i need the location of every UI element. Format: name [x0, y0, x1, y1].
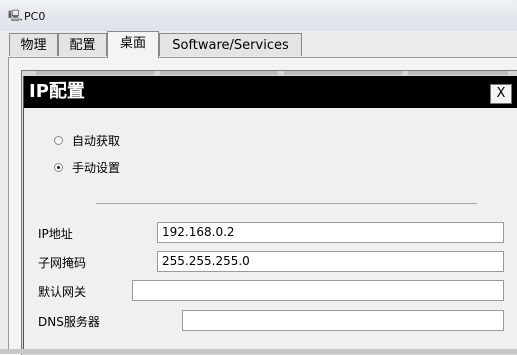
- subnet-mask-field[interactable]: 255.255.255.0: [157, 251, 504, 272]
- desktop-app-stub: [284, 71, 402, 75]
- desktop-app-stub: [408, 71, 508, 75]
- desktop-app-stub: [36, 71, 154, 75]
- tab-config[interactable]: 配置: [58, 33, 107, 56]
- window-bottom-edge: [0, 349, 517, 354]
- tab-physical[interactable]: 物理: [9, 33, 58, 56]
- divider: [96, 203, 477, 204]
- dialog-header: IP配置 X: [24, 76, 517, 108]
- radio-static-label: 手动设置: [72, 161, 121, 175]
- default-gateway-field[interactable]: [132, 280, 504, 301]
- window-title: PC0: [24, 10, 46, 23]
- radio-button-checked[interactable]: [54, 163, 63, 172]
- subnet-mask-label: 子网掩码: [38, 256, 87, 270]
- close-button[interactable]: X: [490, 84, 512, 104]
- dialog-title: IP配置: [29, 81, 85, 102]
- default-gateway-label: 默认网关: [38, 285, 87, 299]
- desktop-app-stub: [160, 71, 278, 75]
- tab-software-services[interactable]: Software/Services: [159, 33, 302, 56]
- dns-server-label: DNS服务器: [38, 315, 100, 329]
- ip-address-label: IP地址: [38, 227, 73, 241]
- ip-address-field[interactable]: 192.168.0.2: [157, 222, 504, 243]
- radio-button[interactable]: [54, 136, 63, 145]
- pc-icon: 🖳: [8, 9, 23, 22]
- title-bar: 🖳 PC0: [0, 0, 517, 31]
- dns-server-field[interactable]: [182, 310, 504, 331]
- radio-dhcp-label: 自动获取: [72, 134, 121, 148]
- app-window: 🖳 PC0 物理 配置 桌面 Software/Services IP配置 X …: [0, 0, 517, 355]
- tab-desktop[interactable]: 桌面: [107, 31, 159, 58]
- ip-config-dialog: IP配置 X 自动获取 手动设置 IP地址 192.168.0.2 子网掩码 2…: [23, 76, 517, 354]
